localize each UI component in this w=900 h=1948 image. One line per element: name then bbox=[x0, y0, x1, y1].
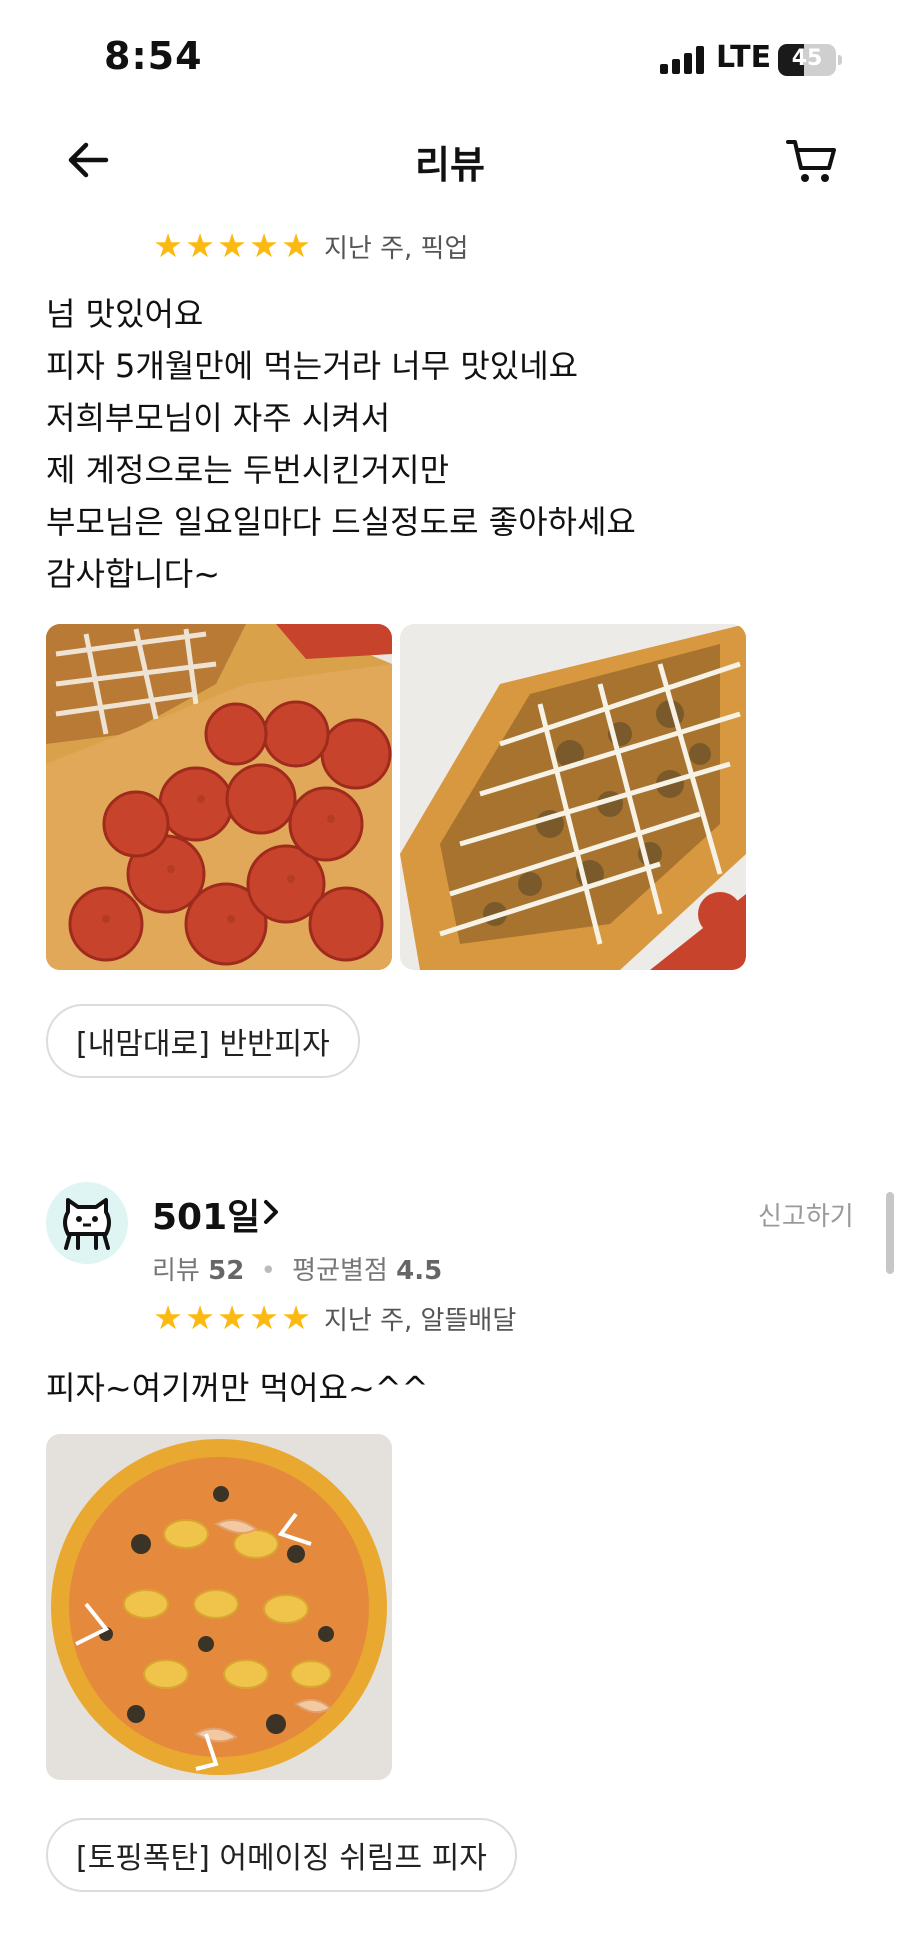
review-line: 피자~여기꺼만 먹어요~^^ bbox=[46, 1369, 429, 1407]
review-line: 피자 5개월만에 먹는거라 너무 맛있네요 bbox=[46, 347, 579, 385]
star-icon: ★ bbox=[281, 226, 311, 265]
star-icon: ★ bbox=[249, 226, 279, 265]
chevron-right-icon[interactable] bbox=[258, 1194, 284, 1230]
cart-icon bbox=[786, 140, 836, 182]
cat-avatar-icon bbox=[63, 1198, 111, 1250]
avg-rating: 4.5 bbox=[396, 1256, 443, 1286]
review-date-type: 지난 주, 픽업 bbox=[324, 233, 469, 264]
star-icon: ★ bbox=[153, 1298, 183, 1337]
report-button[interactable]: 신고하기 bbox=[758, 1196, 854, 1233]
star-icon: ★ bbox=[217, 1298, 247, 1337]
menu-tag-chip[interactable]: [내맘대로] 반반피자 bbox=[46, 1004, 360, 1078]
scrollbar[interactable] bbox=[886, 1192, 894, 1274]
star-icon: ★ bbox=[281, 1298, 311, 1337]
star-icon: ★ bbox=[217, 226, 247, 265]
star-icon: ★ bbox=[249, 1298, 279, 1337]
review-line: 제 계정으로는 두번시킨거지만 bbox=[46, 451, 450, 489]
review-meta: ★★★★★ 지난 주, 알뜰배달 bbox=[152, 1298, 516, 1338]
review-line: 감사합니다~ bbox=[46, 555, 221, 593]
separator-dot: • bbox=[260, 1256, 276, 1286]
battery-icon: 45 bbox=[778, 44, 842, 76]
user-avatar[interactable] bbox=[46, 1182, 128, 1264]
review-line: 저희부모님이 자주 시켜서 bbox=[46, 399, 391, 437]
signal-strength-icon bbox=[660, 46, 706, 74]
reviewer-stats: 리뷰 52 • 평균별점 4.5 bbox=[152, 1250, 442, 1287]
shrimp-corn-pizza-photo[interactable] bbox=[46, 1434, 392, 1780]
review-date-type: 지난 주, 알뜰배달 bbox=[324, 1305, 517, 1336]
review-line: 부모님은 일요일마다 드실정도로 좋아하세요 bbox=[46, 503, 636, 541]
review-meta: ★★★★★ 지난 주, 픽업 bbox=[152, 226, 468, 266]
review-screen: 8:54 LTE 45 리뷰 ★★★★★ 지난 주, 픽업 넘 맛있어요 피자 … bbox=[0, 0, 900, 1948]
page-title: 리뷰 bbox=[415, 143, 485, 187]
network-type: LTE bbox=[716, 40, 772, 75]
avg-rating-label: 평균별점 bbox=[292, 1256, 388, 1286]
cart-button[interactable] bbox=[784, 132, 840, 188]
star-rating: ★★★★★ bbox=[152, 228, 312, 264]
battery-level-text: 45 bbox=[791, 46, 823, 71]
status-bar: 8:54 LTE 45 bbox=[0, 0, 900, 120]
star-rating: ★★★★★ bbox=[152, 1300, 312, 1336]
reviewer-name[interactable]: 501일 bbox=[152, 1188, 260, 1240]
review-line: 넘 맛있어요 bbox=[46, 295, 204, 333]
pepperoni-pizza-photo[interactable] bbox=[46, 624, 392, 970]
star-icon: ★ bbox=[185, 1298, 215, 1337]
menu-tag-chip[interactable]: [토핑폭탄] 어메이징 쉬림프 피자 bbox=[46, 1818, 517, 1892]
review-text: 피자~여기꺼만 먹어요~^^ bbox=[46, 1362, 428, 1414]
review-count-label: 리뷰 bbox=[152, 1256, 200, 1286]
review-text: 넘 맛있어요 피자 5개월만에 먹는거라 너무 맛있네요 저희부모님이 자주 시… bbox=[46, 288, 636, 600]
topped-pizza-photo[interactable] bbox=[400, 624, 746, 970]
star-icon: ★ bbox=[153, 226, 183, 265]
status-time: 8:54 bbox=[104, 34, 203, 78]
review-count: 52 bbox=[208, 1256, 245, 1286]
nav-header: 리뷰 bbox=[0, 120, 900, 200]
star-icon: ★ bbox=[185, 226, 215, 265]
